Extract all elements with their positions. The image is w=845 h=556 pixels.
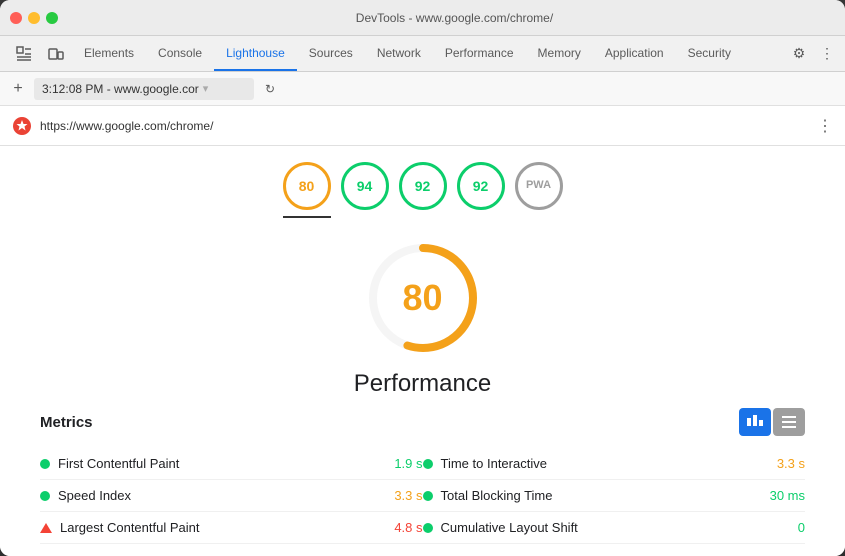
score-tab-0[interactable]: 80: [283, 162, 331, 218]
lh-menu-button[interactable]: ⋮: [817, 116, 833, 136]
toggle-bar-view[interactable]: [739, 408, 771, 436]
metric-dot-tti: [423, 459, 433, 469]
lighthouse-favicon: [12, 116, 32, 136]
performance-title: Performance: [354, 370, 491, 398]
performance-section: 80 Performance: [0, 218, 845, 408]
metric-row-cls: Cumulative Layout Shift 0: [423, 512, 806, 544]
metric-row-lcp: Largest Contentful Paint 4.8 s: [40, 512, 423, 544]
current-url: https://www.google.com/chrome/: [40, 119, 809, 133]
settings-icon[interactable]: ⚙: [789, 44, 809, 64]
performance-gauge: 80: [363, 238, 483, 358]
metric-dot-si: [40, 491, 50, 501]
score-circle-performance: 80: [283, 162, 331, 210]
refresh-button[interactable]: ↻: [260, 79, 280, 99]
metric-indicator-lcp: [40, 523, 52, 533]
inspect-icon: [8, 36, 40, 71]
score-circle-3: 92: [457, 162, 505, 210]
devtools-tab-bar: Elements Console Lighthouse Sources Netw…: [0, 36, 845, 72]
metric-row-tbt: Total Blocking Time 30 ms: [423, 480, 806, 512]
tab-application[interactable]: Application: [593, 36, 676, 71]
metrics-title: Metrics: [40, 414, 93, 431]
lh-url-header: https://www.google.com/chrome/ ⋮: [0, 106, 845, 146]
main-content: 80 94 92 92: [0, 146, 845, 556]
metric-dot-fcp: [40, 459, 50, 469]
toggle-list-view[interactable]: [773, 408, 805, 436]
score-circle-2: 92: [399, 162, 447, 210]
close-button[interactable]: [10, 12, 22, 24]
metrics-section: Metrics: [0, 408, 845, 556]
tab-security[interactable]: Security: [676, 36, 743, 71]
tab-network[interactable]: Network: [365, 36, 433, 71]
traffic-lights: [10, 12, 58, 24]
gauge-score-value: 80: [402, 277, 442, 319]
tab-sources[interactable]: Sources: [297, 36, 365, 71]
metric-name-fcp: First Contentful Paint: [58, 456, 386, 471]
metric-dot-cls: [423, 523, 433, 533]
url-field[interactable]: 3:12:08 PM - www.google.cor ▾: [34, 78, 254, 100]
score-tab-2[interactable]: 92: [399, 162, 447, 218]
tab-lighthouse[interactable]: Lighthouse: [214, 36, 297, 71]
tab-console[interactable]: Console: [146, 36, 214, 71]
devtools-window: DevTools - www.google.com/chrome/ Elemen…: [0, 0, 845, 556]
add-tab-button[interactable]: +: [8, 79, 28, 99]
score-tab-1[interactable]: 94: [341, 162, 389, 218]
metric-value-lcp: 4.8 s: [394, 520, 422, 535]
metrics-grid: First Contentful Paint 1.9 s Speed Index…: [40, 448, 805, 544]
device-icon: [40, 36, 72, 71]
metric-row-tti: Time to Interactive 3.3 s: [423, 448, 806, 480]
title-bar: DevTools - www.google.com/chrome/: [0, 0, 845, 36]
bar-chart-icon: [747, 415, 763, 429]
list-icon: [782, 415, 796, 429]
metric-name-si: Speed Index: [58, 488, 386, 503]
view-toggle: [739, 408, 805, 436]
metric-value-tbt: 30 ms: [770, 488, 805, 503]
tab-elements[interactable]: Elements: [72, 36, 146, 71]
tab-performance[interactable]: Performance: [433, 36, 526, 71]
metric-name-cls: Cumulative Layout Shift: [441, 520, 790, 535]
metric-value-si: 3.3 s: [394, 488, 422, 503]
score-tab-pwa[interactable]: PWA: [515, 162, 563, 218]
metric-name-lcp: Largest Contentful Paint: [60, 520, 386, 535]
metric-dot-tbt: [423, 491, 433, 501]
address-bar: + 3:12:08 PM - www.google.cor ▾ ↻: [0, 72, 845, 106]
score-circle-1: 94: [341, 162, 389, 210]
metric-name-tti: Time to Interactive: [441, 456, 769, 471]
score-tab-bar: 80 94 92 92: [0, 146, 845, 218]
metric-row-fcp: First Contentful Paint 1.9 s: [40, 448, 423, 480]
tab-memory[interactable]: Memory: [526, 36, 593, 71]
more-options-icon[interactable]: ⋮: [817, 44, 837, 64]
metric-row-si: Speed Index 3.3 s: [40, 480, 423, 512]
metric-value-tti: 3.3 s: [777, 456, 805, 471]
metric-value-cls: 0: [798, 520, 805, 535]
score-circle-pwa: PWA: [515, 162, 563, 210]
metric-value-fcp: 1.9 s: [394, 456, 422, 471]
score-tab-3[interactable]: 92: [457, 162, 505, 218]
metrics-header: Metrics: [40, 408, 805, 436]
window-title: DevTools - www.google.com/chrome/: [74, 11, 835, 25]
maximize-button[interactable]: [46, 12, 58, 24]
metric-name-tbt: Total Blocking Time: [441, 488, 762, 503]
tab-right-actions: ⚙ ⋮: [781, 36, 845, 71]
minimize-button[interactable]: [28, 12, 40, 24]
